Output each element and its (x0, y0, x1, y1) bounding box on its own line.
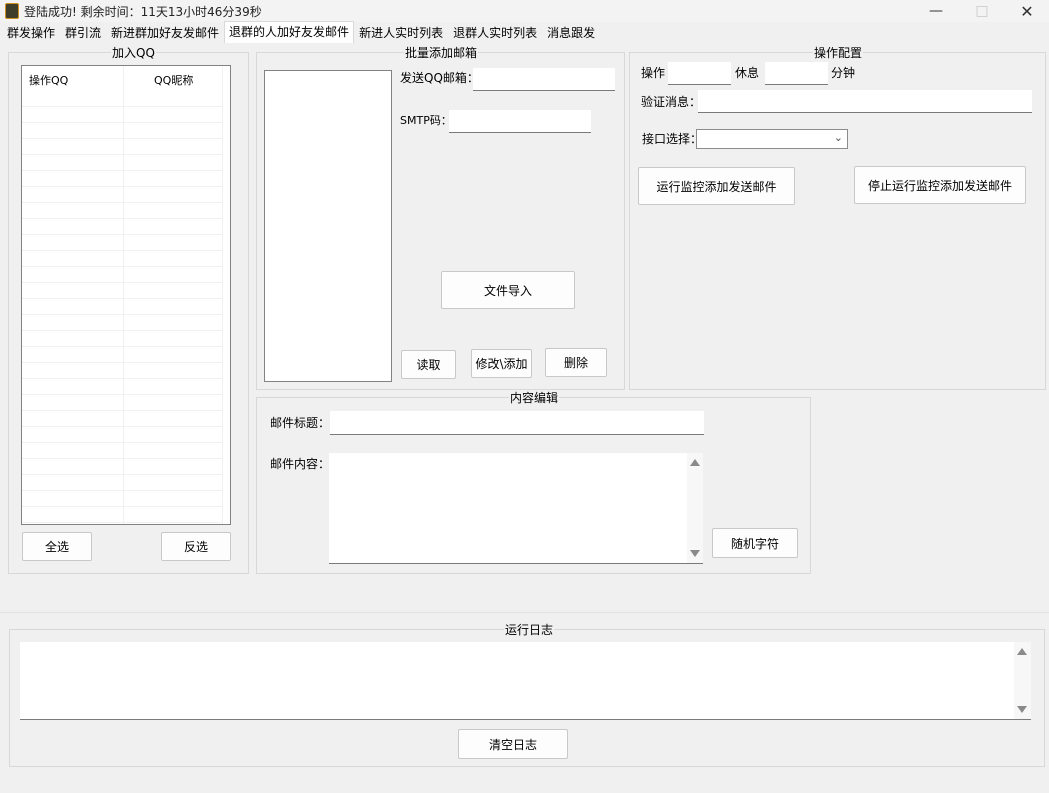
verify-message-label: 验证消息： (641, 95, 702, 109)
title-bar: 登陆成功! 剩余时间：11天13小时46分39秒 — □ ✕ (0, 0, 1049, 22)
minimize-icon[interactable]: — (913, 0, 959, 22)
delete-button[interactable]: 删除 (545, 348, 607, 377)
rest-minutes-input[interactable] (765, 62, 828, 85)
list-grid-line (22, 426, 222, 443)
list-grid-line (22, 474, 222, 491)
list-grid-line (22, 442, 222, 459)
subject-label: 邮件标题： (270, 416, 331, 430)
maximize-icon[interactable]: □ (959, 0, 1005, 22)
chevron-down-icon: ⌄ (833, 131, 843, 144)
scroll-down-icon[interactable] (690, 550, 700, 557)
run-monitor-button[interactable]: 运行监控添加发送邮件 (638, 167, 795, 205)
scroll-up-icon[interactable] (1017, 648, 1027, 655)
app-icon (5, 3, 19, 19)
api-select[interactable]: ⌄ (696, 129, 848, 149)
config-title: 操作配置 (813, 46, 864, 60)
operation-label: 操作 (641, 66, 666, 80)
close-icon[interactable]: ✕ (1004, 0, 1049, 22)
log-scrollbar[interactable] (1014, 642, 1031, 719)
list-grid-line (22, 410, 222, 427)
col-operate-qq[interactable]: 操作QQ (29, 72, 68, 88)
clear-log-button[interactable]: 清空日志 (458, 729, 568, 759)
verify-message-input[interactable] (698, 90, 1032, 113)
col-qq-nickname[interactable]: QQ昵称 (154, 72, 193, 88)
list-grid-line (22, 362, 222, 379)
list-grid-line (22, 266, 222, 283)
api-select-label: 接口选择： (642, 132, 703, 146)
content-title: 内容编辑 (509, 391, 560, 405)
read-button[interactable]: 读取 (401, 350, 456, 379)
list-grid-line (22, 234, 222, 251)
subject-input[interactable] (330, 411, 704, 435)
minutes-label: 分钟 (831, 66, 856, 80)
list-grid-line (22, 330, 222, 347)
list-grid-line (22, 314, 222, 331)
list-grid-line (22, 250, 222, 267)
list-grid-line (22, 490, 222, 507)
file-import-button[interactable]: 文件导入 (441, 271, 575, 309)
rest-label: 休息 (735, 66, 760, 80)
tab-quit-realtime[interactable]: 退群人实时列表 (448, 23, 542, 43)
batch-email-title: 批量添加邮箱 (404, 46, 479, 60)
invert-selection-button[interactable]: 反选 (161, 532, 231, 561)
scroll-up-icon[interactable] (690, 459, 700, 466)
list-grid-line (22, 122, 222, 139)
qq-list-header: 操作QQ QQ昵称 (22, 66, 230, 90)
email-list[interactable] (264, 70, 392, 382)
log-textarea[interactable] (20, 642, 1031, 720)
tab-new-realtime[interactable]: 新进人实时列表 (354, 23, 448, 43)
select-all-button[interactable]: 全选 (22, 532, 92, 561)
join-qq-title: 加入QQ (111, 46, 156, 60)
smtp-input[interactable] (449, 110, 591, 133)
tab-new-join-email[interactable]: 新进群加好友发邮件 (106, 23, 224, 43)
window-title: 登陆成功! 剩余时间：11天13小时46分39秒 (24, 5, 262, 19)
list-grid-line (22, 186, 222, 203)
list-grid-line (22, 506, 222, 523)
edit-add-button[interactable]: 修改\添加 (471, 349, 532, 378)
list-grid-line (22, 458, 222, 475)
qq-list[interactable]: 操作QQ QQ昵称 (21, 65, 231, 525)
list-grid-line (22, 298, 222, 315)
list-grid-line (22, 394, 222, 411)
list-grid-line (22, 138, 222, 155)
smtp-label: SMTP码： (400, 114, 452, 127)
list-grid-line (22, 202, 222, 219)
section-divider (0, 612, 1049, 613)
tab-quit-email[interactable]: 退群的人加好友发邮件 (224, 21, 355, 43)
body-label: 邮件内容： (270, 457, 331, 471)
body-scrollbar[interactable] (687, 453, 703, 563)
tab-message-follow[interactable]: 消息跟发 (542, 23, 600, 43)
list-grid-line (22, 90, 222, 107)
tab-group-traffic[interactable]: 群引流 (60, 23, 106, 43)
list-grid-line (22, 154, 222, 171)
list-grid-line (22, 378, 222, 395)
list-grid-line (22, 218, 222, 235)
sender-email-input[interactable] (473, 68, 615, 91)
stop-monitor-button[interactable]: 停止运行监控添加发送邮件 (854, 166, 1026, 204)
log-title: 运行日志 (504, 623, 555, 637)
list-grid-line (22, 282, 222, 299)
list-grid-line (22, 170, 222, 187)
random-chars-button[interactable]: 随机字符 (712, 528, 798, 558)
sender-email-label: 发送QQ邮箱： (400, 71, 479, 85)
operation-count-input[interactable] (668, 62, 731, 85)
list-grid-line (22, 346, 222, 363)
list-grid-line (22, 106, 222, 123)
tab-bar: 群发操作 群引流 新进群加好友发邮件 退群的人加好友发邮件 新进人实时列表 退群… (2, 21, 600, 43)
tab-group-send[interactable]: 群发操作 (2, 23, 60, 43)
scroll-down-icon[interactable] (1017, 706, 1027, 713)
body-textarea[interactable] (329, 453, 703, 564)
